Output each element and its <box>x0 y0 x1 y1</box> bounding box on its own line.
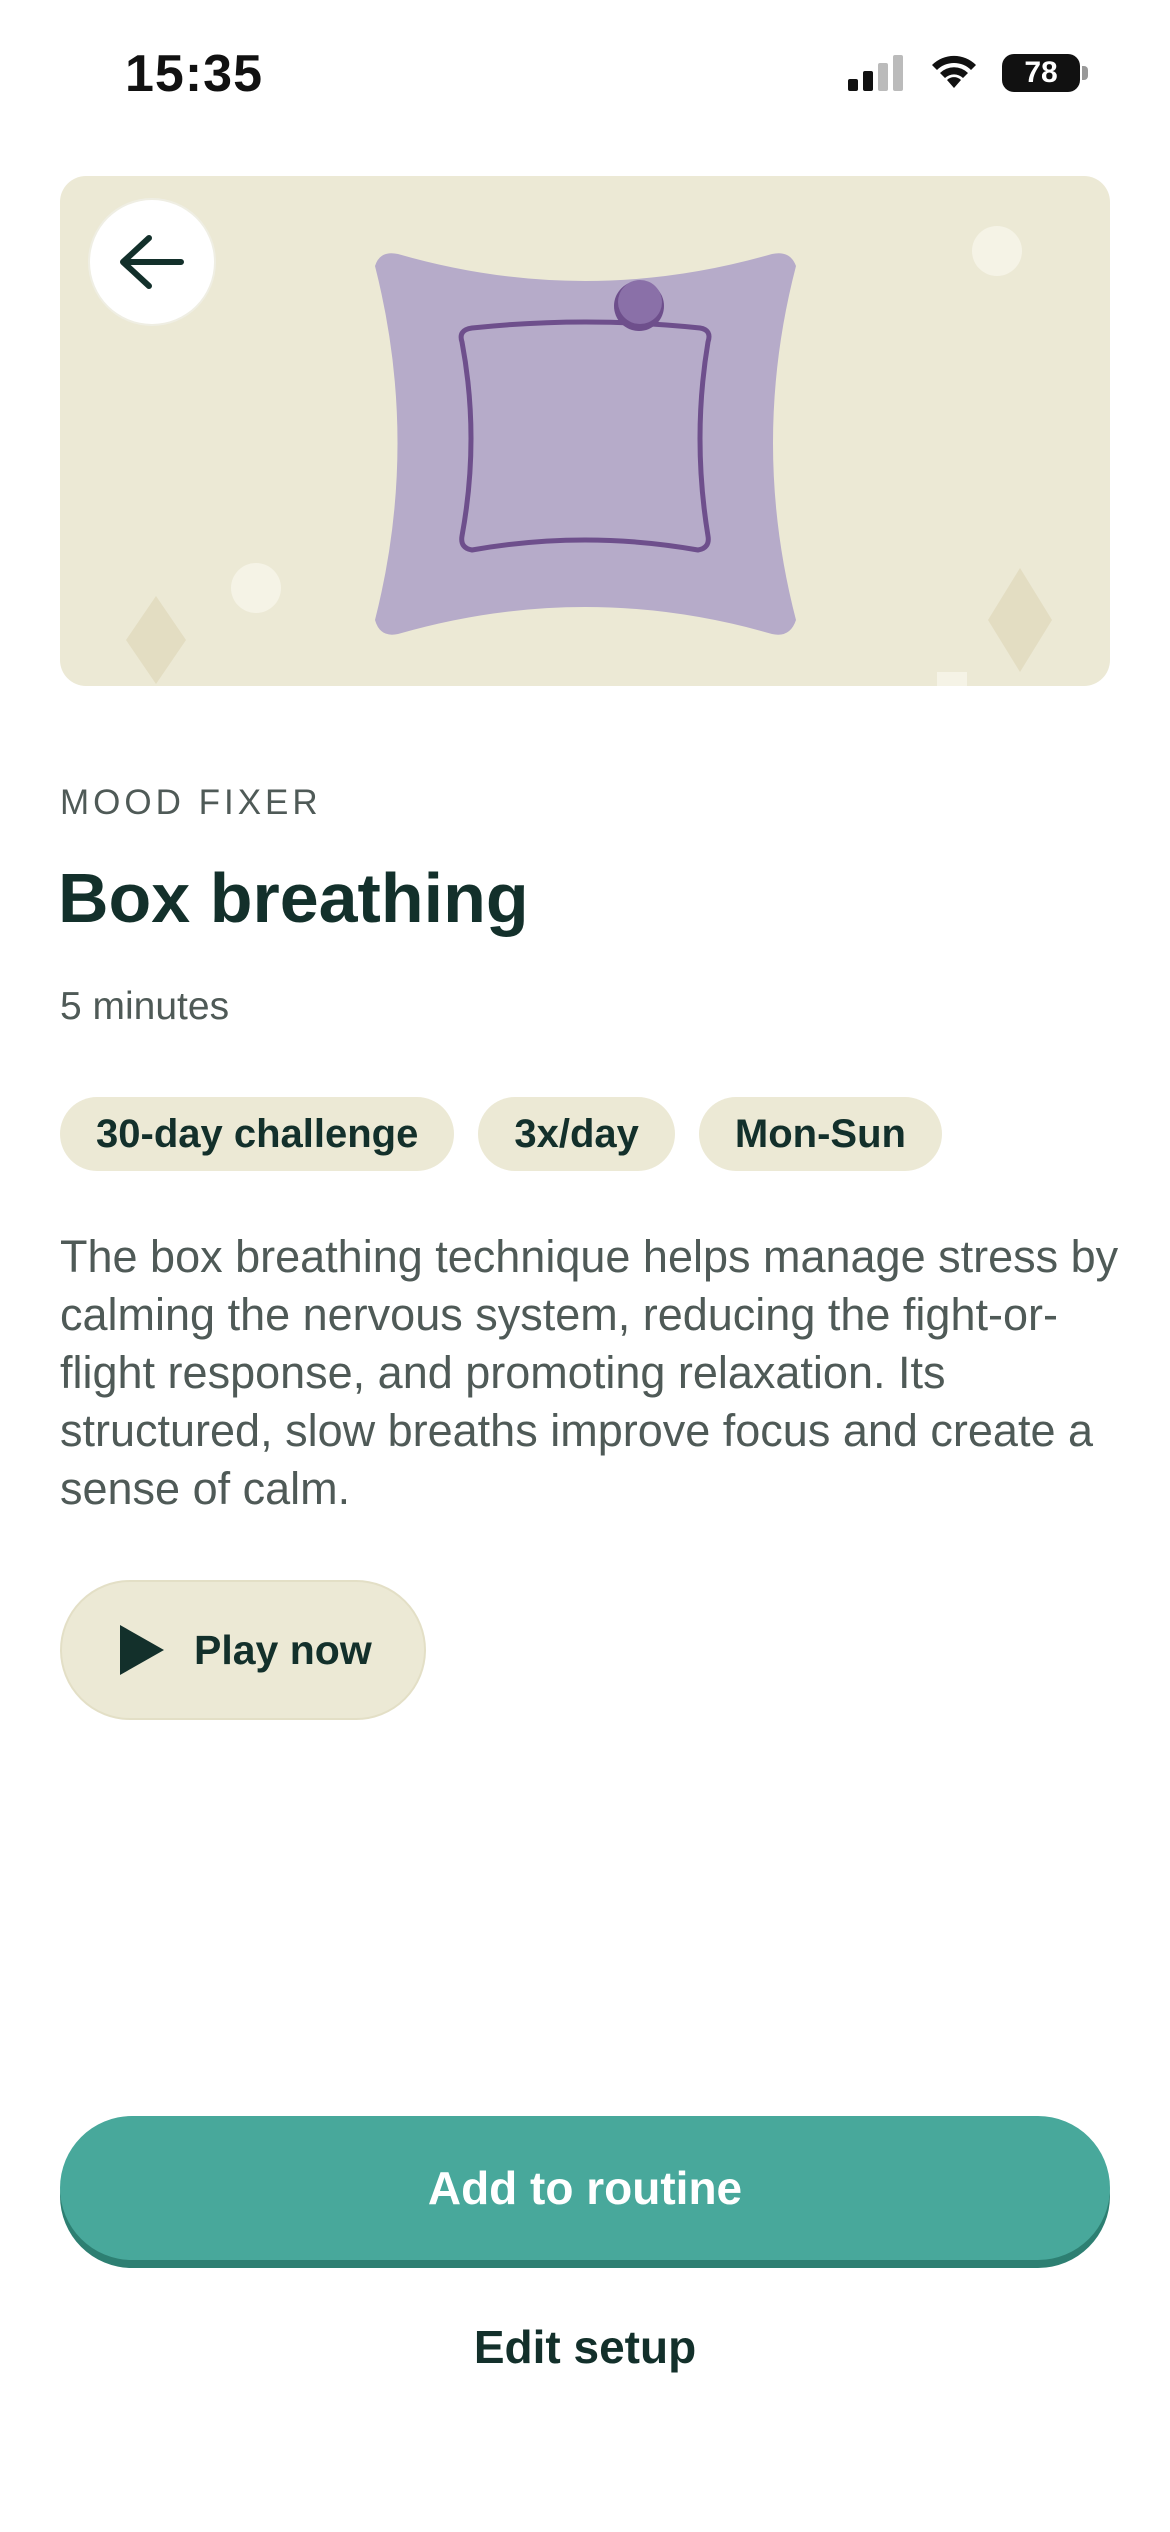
tag-days: Mon-Sun <box>698 1097 942 1171</box>
category-label: MOOD FIXER <box>60 783 322 822</box>
box-breathing-pillow-illustration <box>126 226 1052 686</box>
arrow-left-icon <box>120 235 184 289</box>
status-bar: 15:35 78 <box>0 0 1170 150</box>
tag-list: 30-day challenge 3x/day Mon-Sun <box>60 1097 942 1171</box>
tag-frequency: 3x/day <box>478 1097 675 1171</box>
tag-challenge: 30-day challenge <box>60 1097 455 1171</box>
add-to-routine-button[interactable]: Add to routine <box>60 2116 1110 2260</box>
wifi-icon <box>932 55 976 88</box>
page-title: Box breathing <box>58 859 529 937</box>
description: The box breathing technique helps manage… <box>60 1231 1119 1514</box>
status-icons: 78 <box>848 54 1088 92</box>
edit-setup-button[interactable]: Edit setup <box>0 2320 1170 2374</box>
play-now-button[interactable]: Play now <box>60 1580 426 1720</box>
play-now-label: Play now <box>194 1626 372 1673</box>
cellular-signal-icon <box>848 55 903 91</box>
status-time: 15:35 <box>125 45 263 103</box>
back-button[interactable] <box>90 200 214 324</box>
duration-label: 5 minutes <box>60 985 230 1028</box>
play-icon <box>120 1625 164 1675</box>
battery-level: 78 <box>1024 56 1058 89</box>
hero-illustration <box>60 176 1110 686</box>
battery-icon: 78 <box>1002 54 1088 92</box>
add-to-routine-label: Add to routine <box>427 2162 743 2214</box>
